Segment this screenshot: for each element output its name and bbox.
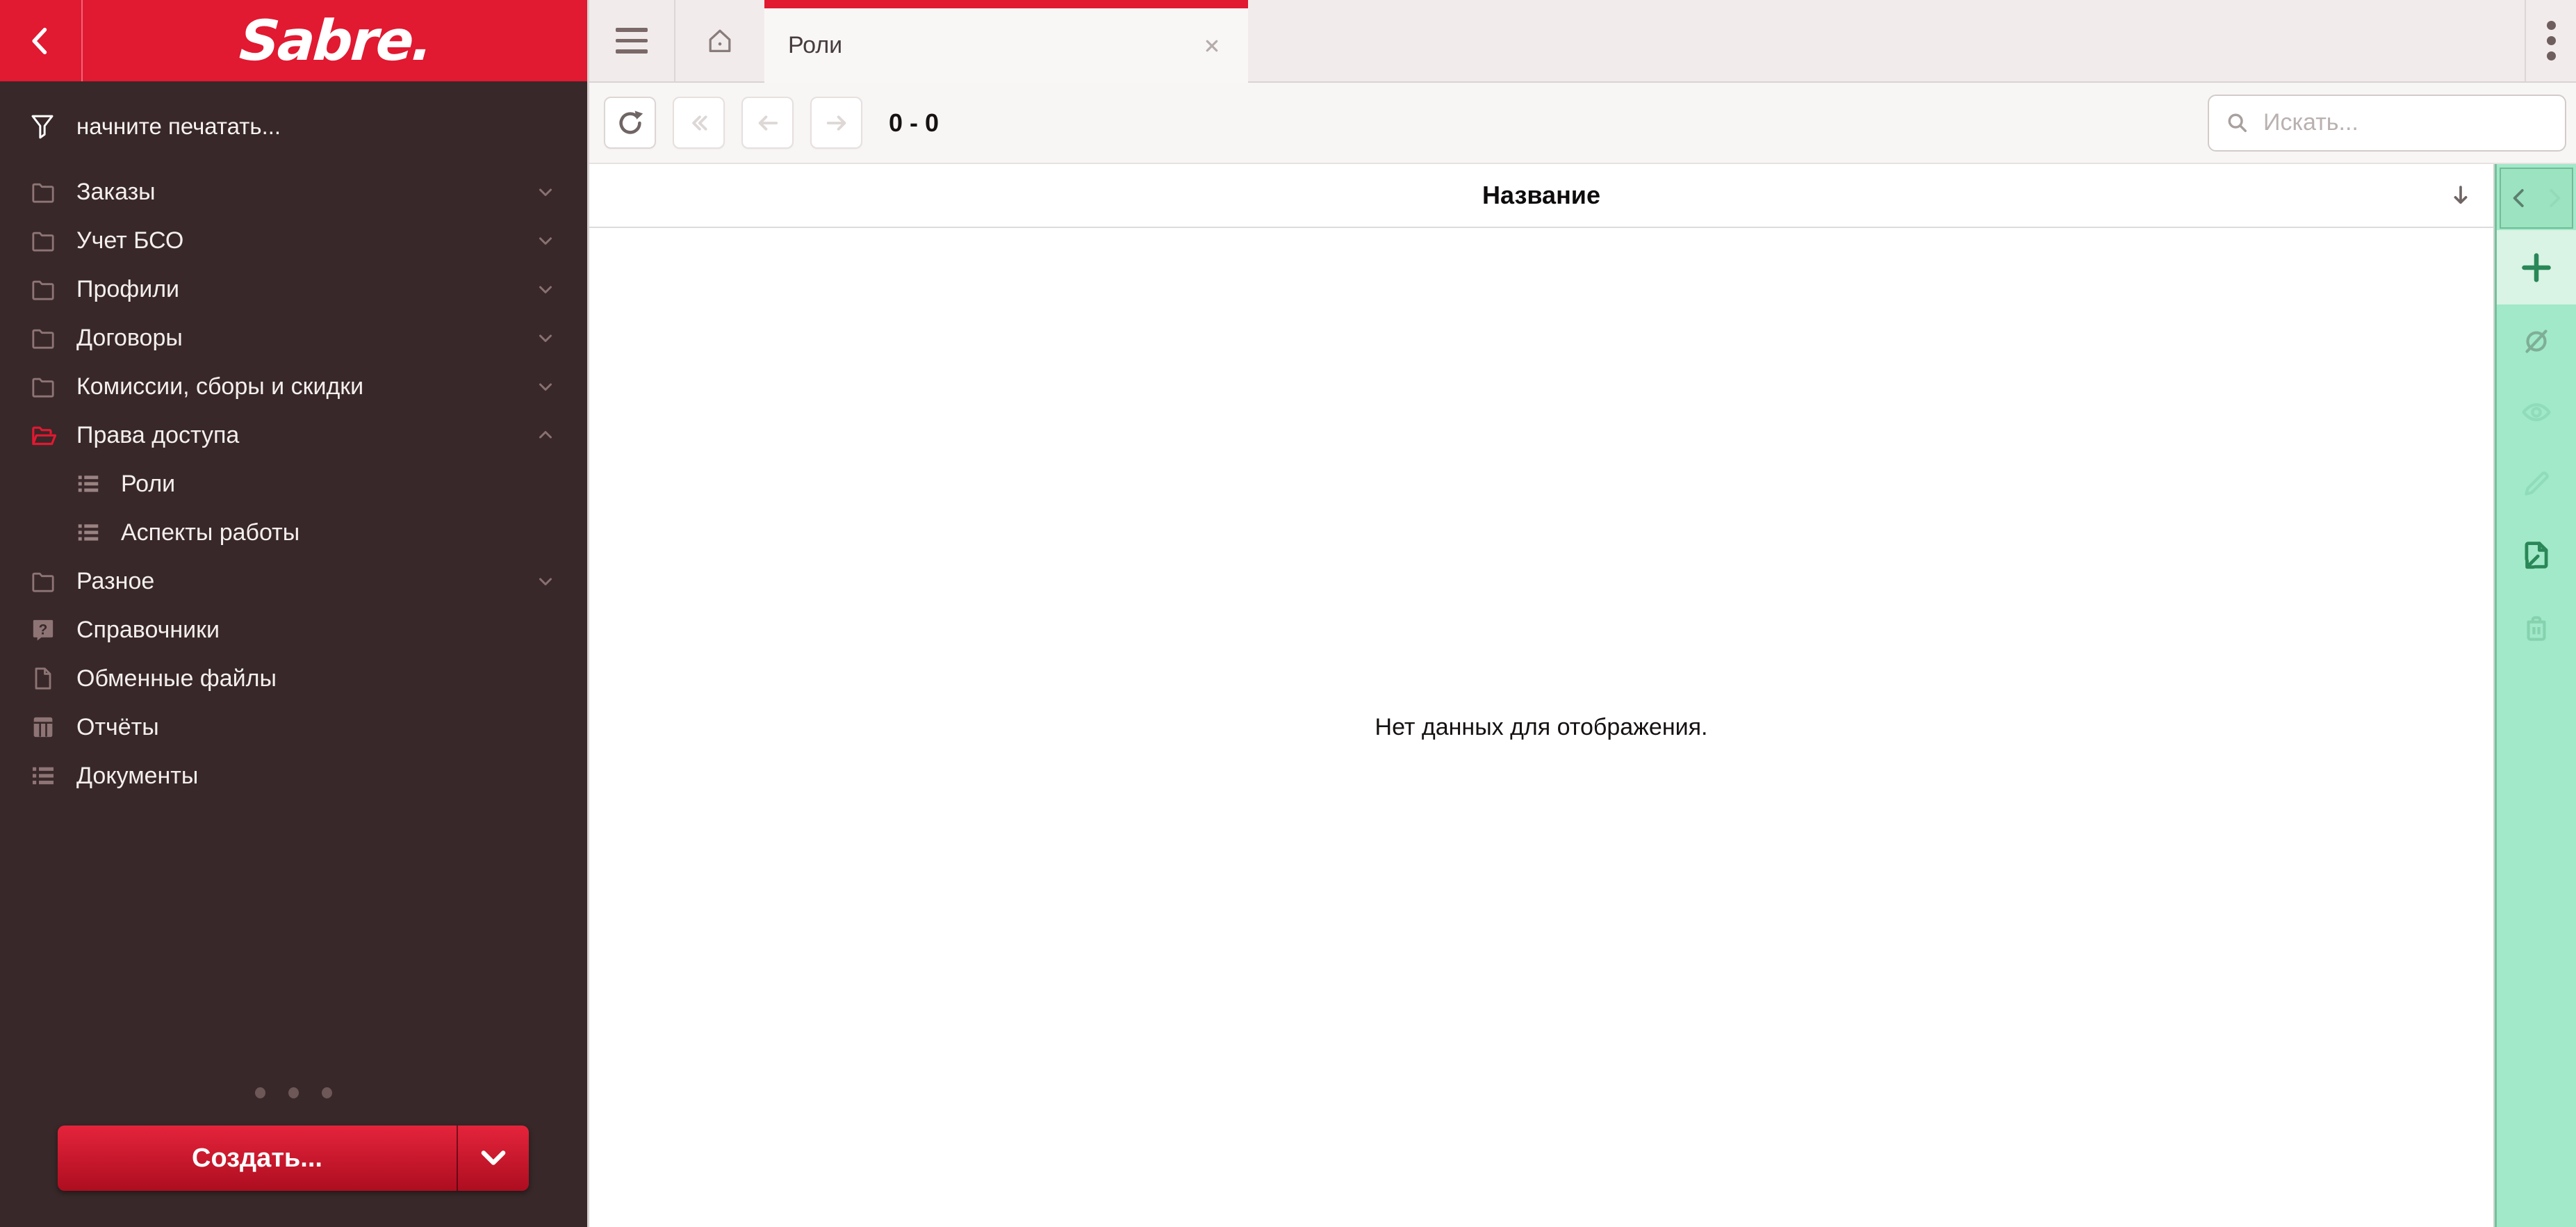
- tab-title: Роли: [788, 32, 843, 58]
- hamburger-icon: [616, 28, 648, 54]
- folder-open-icon: [29, 421, 57, 449]
- sidebar-filter-input[interactable]: [75, 113, 559, 140]
- search-box: [2208, 94, 2566, 152]
- next-page-button[interactable]: [810, 97, 862, 149]
- sidebar-item-access-rights[interactable]: Права доступа: [0, 411, 587, 460]
- home-button[interactable]: [675, 0, 764, 81]
- create-button-group: Создать...: [58, 1126, 529, 1191]
- tab-roles[interactable]: Роли: [764, 0, 1248, 83]
- chevron-right-icon: [2549, 189, 2560, 207]
- file-icon: [29, 665, 57, 692]
- sidebar-header: Sabre.: [0, 0, 587, 81]
- arrow-left-icon: [753, 108, 782, 138]
- chevron-down-icon: [475, 1140, 511, 1176]
- chevron-down-icon: [533, 325, 558, 350]
- panel-nav: [2500, 168, 2573, 229]
- prev-page-button[interactable]: [741, 97, 794, 149]
- folder-icon: [29, 178, 57, 206]
- empty-state-message: Нет данных для отображения.: [1375, 714, 1708, 740]
- sidebar-item-work-aspects[interactable]: Аспекты работы: [0, 508, 587, 557]
- sidebar-item-roles[interactable]: Роли: [0, 460, 587, 508]
- chevron-down-icon: [533, 228, 558, 253]
- action-panel: [2495, 164, 2576, 1227]
- sabre-logo: Sabre.: [237, 8, 433, 73]
- sidebar-item-commissions[interactable]: Комиссии, сборы и скидки: [0, 362, 587, 411]
- chevron-left-icon: [2513, 189, 2524, 207]
- expand-panel-button[interactable]: [2536, 169, 2572, 227]
- folder-icon: [29, 275, 57, 303]
- svg-text:?: ?: [39, 621, 48, 637]
- plus-icon: [2517, 248, 2556, 287]
- eye-off-icon: [2519, 323, 2554, 358]
- sidebar-item-contracts[interactable]: Договоры: [0, 314, 587, 362]
- filter-funnel-icon: [28, 112, 57, 141]
- eye-icon: [2518, 394, 2554, 430]
- add-button[interactable]: [2497, 230, 2576, 304]
- sidebar-menu: Заказы Учет БСО Профили Договоры Комисси…: [0, 168, 587, 800]
- folder-icon: [29, 227, 57, 254]
- import-button[interactable]: [2497, 519, 2576, 591]
- chevron-down-icon: [533, 374, 558, 399]
- sidebar-item-bso-accounting[interactable]: Учет БСО: [0, 216, 587, 265]
- pagination-range: 0 - 0: [889, 108, 940, 137]
- table-header-row: Название: [589, 164, 2493, 228]
- folder-icon: [29, 567, 57, 595]
- sidebar-item-references[interactable]: ? Справочники: [0, 606, 587, 654]
- create-dropdown-button[interactable]: [458, 1126, 529, 1191]
- tab-bar: Роли: [589, 0, 2576, 83]
- search-input[interactable]: [2262, 108, 2550, 137]
- main-area: Роли 0 - 0 Искать... Название Нет данных…: [587, 0, 2576, 1227]
- home-icon: [704, 25, 736, 57]
- pencil-icon: [2519, 466, 2554, 501]
- toolbar: 0 - 0: [589, 83, 2576, 164]
- sidebar-filter: [28, 112, 559, 141]
- arrow-right-icon: [822, 108, 851, 138]
- chevron-down-icon: [533, 569, 558, 594]
- kebab-menu-icon: [2546, 21, 2556, 30]
- menu-toggle-button[interactable]: [589, 0, 675, 81]
- sidebar-item-documents[interactable]: Документы: [0, 751, 587, 800]
- sidebar-item-orders[interactable]: Заказы: [0, 168, 587, 216]
- tab-bar-spacer: [1248, 0, 2525, 81]
- collapse-panel-button[interactable]: [2501, 169, 2536, 227]
- refresh-icon: [615, 108, 646, 138]
- reference-book-icon: ?: [29, 616, 57, 644]
- table-body: Нет данных для отображения.: [589, 228, 2493, 1227]
- chevron-left-icon: [23, 23, 59, 59]
- folder-icon: [29, 373, 57, 400]
- folder-icon: [29, 324, 57, 352]
- delete-button[interactable]: [2497, 591, 2576, 663]
- import-file-icon: [2518, 537, 2554, 574]
- sort-descending-icon[interactable]: [2447, 182, 2474, 209]
- sidebar-item-exchange-files[interactable]: Обменные файлы: [0, 654, 587, 703]
- search-icon: [2224, 110, 2251, 136]
- chevron-down-icon: [533, 179, 558, 204]
- refresh-button[interactable]: [604, 97, 656, 149]
- sidebar: Sabre. Заказы Учет БСО Профили: [0, 0, 587, 1227]
- double-chevron-left-icon: [684, 108, 714, 138]
- collapse-sidebar-button[interactable]: [0, 0, 83, 81]
- list-icon: [29, 762, 57, 790]
- view-button[interactable]: [2497, 376, 2576, 448]
- sidebar-item-profiles[interactable]: Профили: [0, 265, 587, 314]
- content-area: Название Нет данных для отображения.: [589, 164, 2576, 1227]
- deactivate-button[interactable]: [2497, 304, 2576, 376]
- close-icon[interactable]: [1199, 33, 1224, 58]
- chevron-down-icon: [533, 277, 558, 302]
- list-icon: [75, 471, 101, 497]
- sidebar-item-misc[interactable]: Разное: [0, 557, 587, 606]
- sidebar-item-reports[interactable]: Отчёты: [0, 703, 587, 751]
- create-button[interactable]: Создать...: [58, 1126, 458, 1191]
- column-name-header[interactable]: Название: [589, 181, 2493, 210]
- chevron-up-icon: [533, 423, 558, 448]
- app-window: Sabre. Заказы Учет БСО Профили: [0, 0, 2576, 1227]
- report-grid-icon: [29, 713, 57, 741]
- first-page-button[interactable]: [673, 97, 725, 149]
- trash-icon: [2519, 610, 2554, 644]
- edit-button[interactable]: [2497, 448, 2576, 519]
- roles-table: Название Нет данных для отображения.: [589, 164, 2495, 1227]
- list-icon: [75, 519, 101, 546]
- overflow-menu-button[interactable]: [2526, 0, 2576, 81]
- page-indicator-dots: [0, 1087, 587, 1098]
